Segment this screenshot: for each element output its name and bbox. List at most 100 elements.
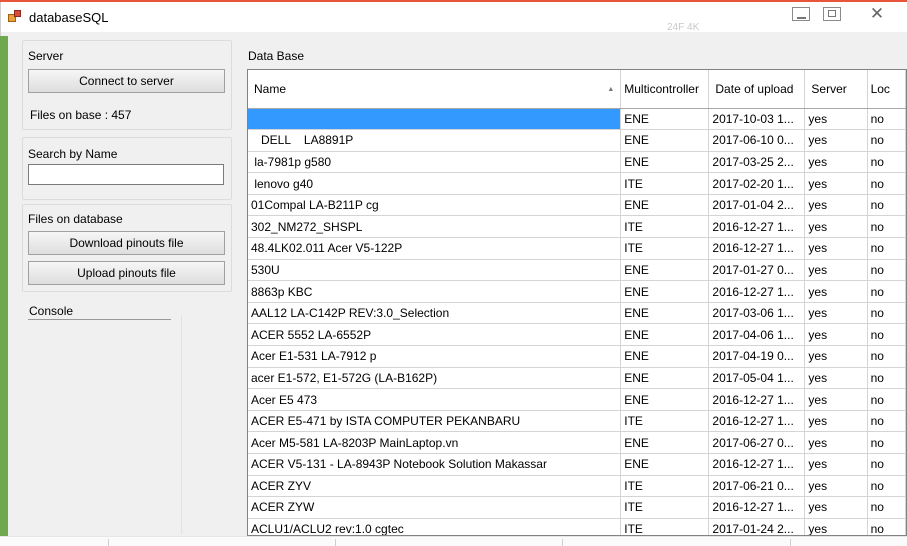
cell-server[interactable]: yes (804, 496, 868, 519)
cell-loc[interactable]: no (867, 518, 906, 535)
cell-loc[interactable]: no (867, 259, 906, 282)
cell-loc[interactable]: no (867, 151, 906, 174)
search-name-input[interactable] (28, 164, 224, 185)
cell-server[interactable]: yes (804, 194, 868, 217)
column-header-multicontroller[interactable]: Multicontroller (620, 70, 710, 109)
cell-server[interactable]: yes (804, 388, 868, 411)
cell-date-of-upload[interactable]: 2016-12-27 1... (708, 215, 806, 239)
cell-name[interactable]: AAL12 LA-C142P REV:3.0_Selection (248, 302, 622, 325)
cell-multicontroller[interactable]: ENE (620, 302, 710, 325)
cell-name[interactable]: Acer E5 473 (248, 388, 622, 411)
table-row[interactable]: acer E1-572, E1-572G (LA-B162P) ENE 2017-0… (248, 367, 906, 390)
cell-multicontroller[interactable]: ENE (620, 108, 710, 131)
cell-date-of-upload[interactable]: 2016-12-27 1... (708, 280, 806, 303)
cell-multicontroller[interactable]: ENE (620, 151, 710, 174)
cell-loc[interactable]: no (867, 367, 906, 390)
cell-server[interactable]: yes (804, 410, 868, 433)
cell-server[interactable]: yes (804, 129, 868, 152)
cell-date-of-upload[interactable]: 2016-12-27 1... (708, 237, 806, 260)
minimize-button[interactable] (788, 5, 814, 25)
cell-name[interactable]: 8863p KBC (248, 280, 622, 303)
cell-loc[interactable]: no (867, 108, 906, 131)
cell-server[interactable]: yes (804, 431, 868, 454)
cell-loc[interactable]: no (867, 237, 906, 260)
cell-server[interactable]: yes (804, 302, 868, 325)
table-row[interactable]: ACER ZYW ITE 2016-12-27 1... yes no (248, 496, 906, 519)
cell-date-of-upload[interactable]: 2016-12-27 1... (708, 388, 806, 411)
cell-multicontroller[interactable]: ITE (620, 518, 710, 535)
cell-date-of-upload[interactable]: 2017-04-06 1... (708, 323, 806, 347)
table-row[interactable]: 01Compal LA-B211P cg ENE 2017-01-04 2... ye… (248, 194, 906, 217)
cell-date-of-upload[interactable]: 2017-06-21 0... (708, 475, 806, 498)
cell-multicontroller[interactable]: ENE (620, 323, 710, 347)
cell-name[interactable]: ACER E5-471 by ISTA COMPUTER PEKANBARU (248, 410, 622, 433)
cell-name[interactable]: 48.4LK02.011 Acer V5-122P (248, 237, 622, 260)
cell-server[interactable]: yes (804, 475, 868, 498)
cell-multicontroller[interactable]: ENE (620, 129, 710, 152)
cell-date-of-upload[interactable]: 2017-02-20 1... (708, 172, 806, 195)
cell-server[interactable]: yes (804, 367, 868, 390)
cell-date-of-upload[interactable]: 2016-12-27 1... (708, 453, 806, 476)
cell-loc[interactable]: no (867, 280, 906, 303)
cell-name[interactable]: Acer E1-531 LA-7912 p (248, 345, 622, 368)
cell-multicontroller[interactable]: ITE (620, 215, 710, 239)
cell-name[interactable]: acer E1-572, E1-572G (LA-B162P) (248, 367, 622, 390)
table-row[interactable]: 8863p KBC ENE 2016-12-27 1... yes no (248, 280, 906, 303)
cell-server[interactable]: yes (804, 151, 868, 174)
cell-date-of-upload[interactable]: 2017-03-06 1... (708, 302, 806, 325)
table-row[interactable]: ACER V5-131 - LA-8943P Notebook Solution… (248, 453, 906, 476)
table-row[interactable]: DELL LA8891P ENE 2017-06-10 0... yes no (248, 129, 906, 152)
connect-to-server-button[interactable]: Connect to server (28, 69, 225, 93)
table-row[interactable]: ACER ZYV ITE 2017-06-21 0... yes no (248, 475, 906, 498)
cell-name[interactable]: ACER 5552 LA-6552P (248, 323, 622, 347)
cell-name[interactable] (248, 108, 622, 131)
cell-loc[interactable]: no (867, 410, 906, 433)
cell-multicontroller[interactable]: ENE (620, 388, 710, 411)
cell-date-of-upload[interactable]: 2016-12-27 1... (708, 410, 806, 433)
cell-multicontroller[interactable]: ENE (620, 259, 710, 282)
cell-date-of-upload[interactable]: 2016-12-27 1... (708, 496, 806, 519)
cell-name[interactable]: ACER V5-131 - LA-8943P Notebook Solution… (248, 453, 622, 476)
table-row[interactable]: ACER 5552 LA-6552P ENE 2017-04-06 1... yes n… (248, 323, 906, 347)
maximize-button[interactable] (819, 5, 845, 25)
column-header-loc[interactable]: Loc (867, 70, 906, 109)
cell-loc[interactable]: no (867, 172, 906, 195)
table-row[interactable]: la-7981p g580 ENE 2017-03-25 2... yes no (248, 151, 906, 174)
table-row[interactable]: ENE 2017-10-03 1... yes no (248, 108, 906, 131)
table-row[interactable]: Acer E5 473 ENE 2016-12-27 1... yes no (248, 388, 906, 411)
cell-loc[interactable]: no (867, 345, 906, 368)
cell-loc[interactable]: no (867, 431, 906, 454)
cell-multicontroller[interactable]: ITE (620, 172, 710, 195)
cell-name[interactable]: ACER ZYW (248, 496, 622, 519)
cell-date-of-upload[interactable]: 2017-01-27 0... (708, 259, 806, 282)
cell-loc[interactable]: no (867, 129, 906, 152)
cell-loc[interactable]: no (867, 388, 906, 411)
column-header-name[interactable]: Name ▲ (248, 70, 622, 109)
cell-name[interactable]: DELL LA8891P (248, 129, 622, 152)
table-row[interactable]: Acer M5-581 LA-8203P MainLaptop.vn ENE 201… (248, 431, 906, 454)
cell-loc[interactable]: no (867, 453, 906, 476)
table-row[interactable]: ACER E5-471 by ISTA COMPUTER PEKANBARU IT… (248, 410, 906, 433)
cell-multicontroller[interactable]: ITE (620, 475, 710, 498)
cell-loc[interactable]: no (867, 496, 906, 519)
cell-server[interactable]: yes (804, 323, 868, 347)
cell-server[interactable]: yes (804, 237, 868, 260)
column-header-date-of-upload[interactable]: Date of upload (708, 70, 806, 109)
cell-multicontroller[interactable]: ENE (620, 345, 710, 368)
table-row[interactable]: 48.4LK02.011 Acer V5-122P ITE 2016-12-27 1… (248, 237, 906, 260)
cell-server[interactable]: yes (804, 108, 868, 131)
cell-multicontroller[interactable]: ENE (620, 431, 710, 454)
table-row[interactable]: AAL12 LA-C142P REV:3.0_Selection ENE 2017-… (248, 302, 906, 325)
cell-name[interactable]: 01Compal LA-B211P cg (248, 194, 622, 217)
cell-name[interactable]: la-7981p g580 (248, 151, 622, 174)
cell-loc[interactable]: no (867, 194, 906, 217)
cell-multicontroller[interactable]: ITE (620, 410, 710, 433)
cell-multicontroller[interactable]: ITE (620, 237, 710, 260)
cell-date-of-upload[interactable]: 2017-06-27 0... (708, 431, 806, 454)
cell-name[interactable]: 530U (248, 259, 622, 282)
cell-loc[interactable]: no (867, 215, 906, 239)
cell-server[interactable]: yes (804, 345, 868, 368)
cell-date-of-upload[interactable]: 2017-01-24 2... (708, 518, 806, 535)
upload-pinouts-button[interactable]: Upload pinouts file (28, 261, 225, 285)
column-header-server[interactable]: Server (804, 70, 868, 109)
